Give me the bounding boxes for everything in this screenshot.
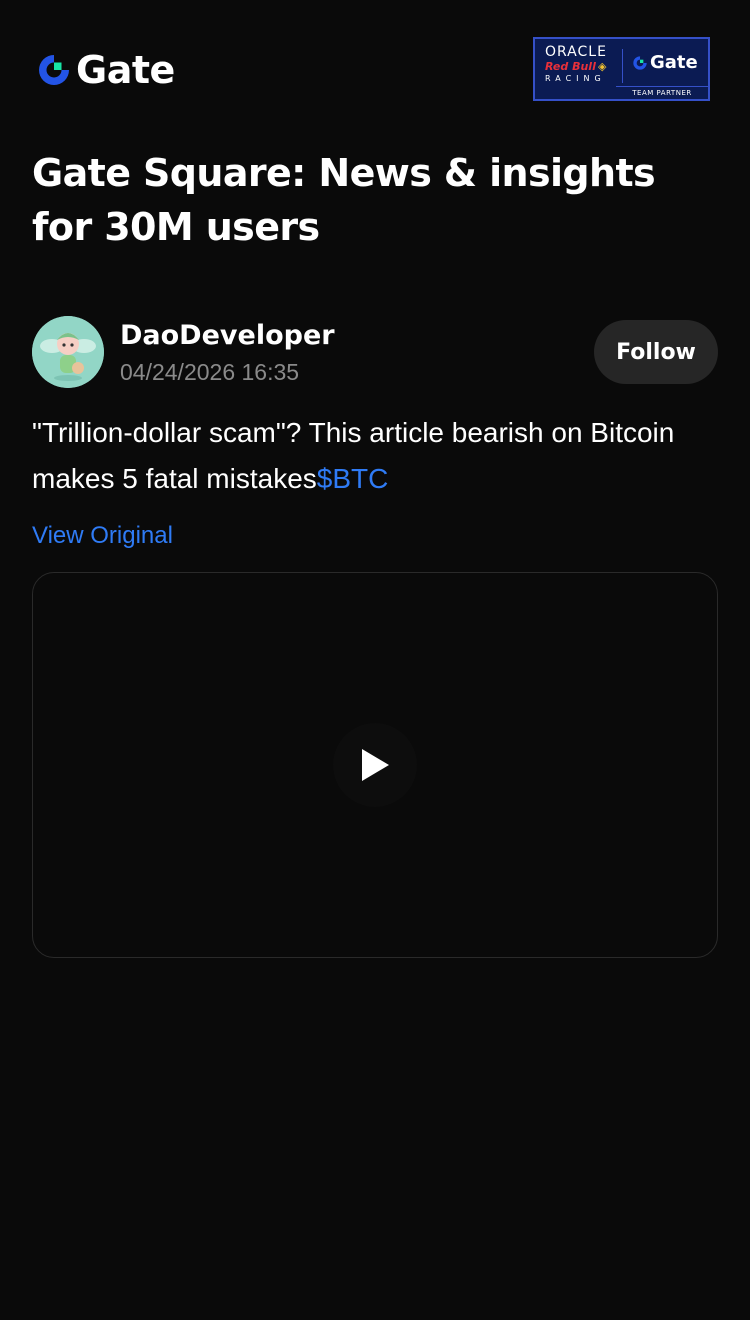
- gate-logo-small-icon: [633, 55, 648, 70]
- logo-text: Gate: [76, 48, 175, 92]
- team-partner-label: TEAM PARTNER: [616, 86, 708, 99]
- site-header: Gate ORACLE Red Bull ◈ RACING Gate TEAM …: [0, 0, 750, 130]
- page-title: Gate Square: News & insights for 30M use…: [32, 151, 656, 249]
- post-body: "Trillion-dollar scam"? This article bea…: [32, 410, 722, 502]
- post-author-row: DaoDeveloper 04/24/2026 16:35 Follow: [32, 316, 718, 388]
- partner-gate-logo: Gate: [632, 52, 698, 73]
- post-timestamp: 04/24/2026 16:35: [120, 359, 300, 385]
- bull-icon: ◈: [598, 61, 607, 73]
- partner-oracle-label: ORACLE: [545, 44, 607, 60]
- follow-button[interactable]: Follow: [594, 320, 718, 384]
- partner-gate-text: Gate: [650, 52, 698, 73]
- partner-divider: [622, 49, 623, 83]
- avatar-image: [32, 316, 104, 388]
- partner-racing-label: RACING: [545, 74, 606, 83]
- gate-logo[interactable]: Gate: [36, 50, 175, 90]
- partner-badge: ORACLE Red Bull ◈ RACING Gate TEAM PARTN…: [533, 37, 710, 101]
- partner-redbull-label: Red Bull: [545, 60, 596, 73]
- ticker-link[interactable]: $BTC: [317, 463, 389, 494]
- avatar[interactable]: [32, 316, 104, 388]
- play-icon: [362, 749, 389, 781]
- play-button[interactable]: [333, 723, 417, 807]
- author-name[interactable]: DaoDeveloper: [120, 320, 335, 352]
- gate-logo-icon: [39, 55, 70, 85]
- view-original-link[interactable]: View Original: [32, 520, 173, 552]
- video-player[interactable]: [32, 572, 718, 958]
